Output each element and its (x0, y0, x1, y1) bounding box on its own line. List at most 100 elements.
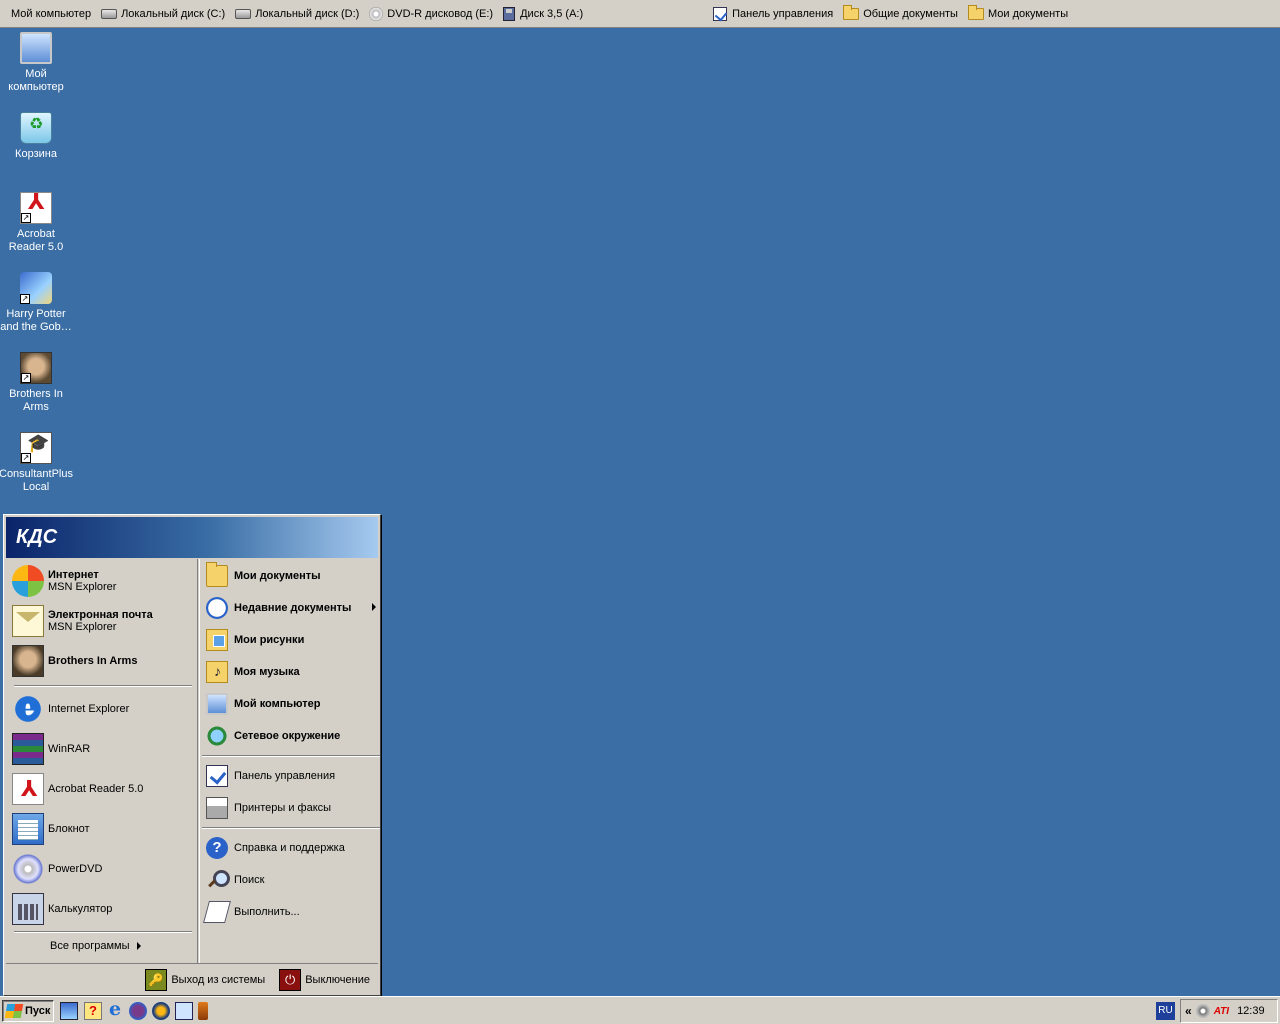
toolbar-floppy-a[interactable]: Диск 3,5 (A:) (498, 3, 588, 25)
all-programs-button[interactable]: Все программы (50, 940, 142, 952)
drive-icon (235, 8, 252, 19)
toolbar-drive-c[interactable]: Локальный диск (C:) (96, 3, 230, 25)
start-item-notepad[interactable]: Блокнот (12, 813, 192, 845)
shutdown-button[interactable]: ⏻ Выключение (275, 968, 374, 992)
acrobat-icon: ↗ (20, 192, 52, 224)
toolbar-drive-d[interactable]: Локальный диск (D:) (230, 3, 364, 25)
calculator-icon (12, 893, 44, 925)
my-computer-icon (20, 32, 52, 64)
folder-icon (967, 4, 984, 20)
floppy-icon (503, 6, 516, 21)
toolbar-control-panel[interactable]: Панель управления (708, 3, 838, 25)
places-my-pictures[interactable]: Мои рисунки (206, 626, 380, 654)
toolbar-my-computer[interactable]: Мой компьютер (6, 3, 96, 25)
tools-help-support[interactable]: ? Справка и поддержка (206, 834, 380, 862)
toolbar-dvd-e[interactable]: DVD-R дисковод (E:) (364, 3, 498, 25)
logoff-button[interactable]: Выход из системы (141, 968, 269, 992)
run-icon (203, 901, 231, 923)
pinned-separator (14, 685, 192, 687)
language-indicator[interactable]: RU (1156, 1002, 1175, 1020)
toolbar-shared-documents[interactable]: Общие документы (838, 3, 963, 25)
start-button[interactable]: Пуск (2, 1000, 54, 1022)
start-item-internet-explorer[interactable]: Internet Explorer (12, 691, 192, 725)
harry-potter-icon: ↗ (20, 272, 52, 304)
recent-documents-icon (206, 597, 228, 619)
quicklaunch-internet-explorer-icon[interactable] (106, 998, 124, 1020)
start-item-powerdvd[interactable]: PowerDVD (12, 853, 192, 885)
consultantplus-icon: ↗ (20, 432, 52, 464)
toolbar-my-documents[interactable]: Мои документы (963, 3, 1073, 25)
shortcut-arrow-icon: ↗ (20, 294, 30, 304)
desktop-icon-my-computer[interactable]: Мой компьютер (0, 32, 72, 94)
quicklaunch-desktop-icon[interactable] (60, 1002, 78, 1020)
acrobat-icon (12, 773, 44, 805)
places-my-music[interactable]: Моя музыка (206, 658, 380, 686)
quicklaunch-media-player-icon[interactable] (152, 1002, 170, 1020)
start-menu-programs-pane: Интернет MSN Explorer Электронная почта … (6, 559, 197, 963)
winrar-icon (12, 733, 44, 765)
places-network[interactable]: Сетевое окружение (206, 722, 380, 750)
windows-logo-icon (4, 1004, 24, 1018)
pane-divider (197, 559, 198, 963)
start-item-acrobat-reader[interactable]: Acrobat Reader 5.0 (12, 773, 192, 805)
settings-separator (202, 827, 380, 829)
start-item-winrar[interactable]: WinRAR (12, 733, 192, 765)
start-item-internet[interactable]: Интернет MSN Explorer (12, 565, 192, 597)
printer-icon (206, 797, 228, 819)
desktop-icon-consultantplus[interactable]: ↗ ConsultantPlus Local (0, 432, 73, 494)
taskbar: Пуск RU « ATI 12:39 (0, 996, 1280, 1024)
brothers-in-arms-icon (12, 645, 44, 677)
ati-tray-icon[interactable]: ATI (1214, 1006, 1229, 1017)
start-menu: КДС Интернет MSN Explorer Электронная по… (3, 514, 381, 996)
powerdvd-icon (12, 853, 44, 885)
start-menu-user-name: КДС (6, 517, 378, 558)
tools-run[interactable]: Выполнить... (203, 898, 380, 926)
control-panel-icon (713, 6, 728, 21)
start-menu-places-pane: Мои документы Недавние документы Мои рис… (199, 559, 380, 963)
my-music-icon (206, 661, 228, 683)
my-computer-icon (206, 693, 228, 715)
arrow-right-icon (137, 942, 142, 950)
shortcut-arrow-icon: ↗ (21, 453, 31, 463)
quicklaunch-messenger-icon[interactable] (129, 1002, 147, 1020)
shortcut-arrow-icon: ↗ (21, 373, 31, 383)
volume-icon[interactable] (1195, 1004, 1210, 1018)
top-links-toolbar: Мой компьютер Локальный диск (C:) Локаль… (0, 0, 1280, 28)
quicklaunch-tool-icon[interactable] (198, 1002, 208, 1020)
control-panel-icon (206, 765, 228, 787)
desktop-icon-acrobat-reader[interactable]: ↗ Acrobat Reader 5.0 (0, 192, 72, 254)
tools-search[interactable]: Поиск (206, 866, 380, 894)
msn-icon (12, 565, 44, 597)
brothers-in-arms-icon: ↗ (20, 352, 52, 384)
start-item-brothers-in-arms[interactable]: Brothers In Arms (12, 645, 192, 677)
places-recent-documents[interactable]: Недавние документы (206, 594, 380, 622)
start-menu-footer: Выход из системы ⏻ Выключение (6, 963, 378, 995)
clock[interactable]: 12:39 (1237, 1005, 1265, 1017)
quicklaunch-help-icon[interactable] (84, 1002, 102, 1020)
shortcut-arrow-icon: ↗ (21, 213, 31, 223)
tray-expand-button[interactable]: « (1185, 1004, 1192, 1018)
places-my-computer[interactable]: Мой компьютер (206, 690, 380, 718)
my-documents-icon (206, 562, 228, 587)
desktop-icon-brothers-in-arms[interactable]: ↗ Brothers In Arms (0, 352, 72, 414)
search-icon (206, 869, 230, 891)
mail-icon (12, 605, 44, 637)
quicklaunch-outlook-icon[interactable] (175, 1002, 193, 1020)
settings-control-panel[interactable]: Панель управления (206, 762, 380, 790)
drive-icon (101, 8, 118, 19)
start-item-email[interactable]: Электронная почта MSN Explorer (12, 605, 192, 637)
all-programs-separator (14, 931, 192, 933)
recycle-bin-icon (20, 112, 52, 144)
network-icon (206, 725, 228, 747)
power-icon: ⏻ (279, 968, 302, 991)
dvd-icon (369, 6, 384, 21)
my-pictures-icon (206, 629, 228, 651)
start-item-calculator[interactable]: Калькулятор (12, 893, 192, 925)
key-icon (145, 968, 168, 991)
system-tray: « ATI 12:39 (1180, 999, 1278, 1023)
desktop-icon-harry-potter[interactable]: ↗ Harry Potter and the Gob… (0, 272, 72, 334)
desktop-icon-recycle-bin[interactable]: Корзина (0, 112, 72, 161)
settings-printers-faxes[interactable]: Принтеры и факсы (206, 794, 380, 822)
internet-explorer-icon (12, 691, 44, 725)
places-my-documents[interactable]: Мои документы (206, 562, 380, 590)
